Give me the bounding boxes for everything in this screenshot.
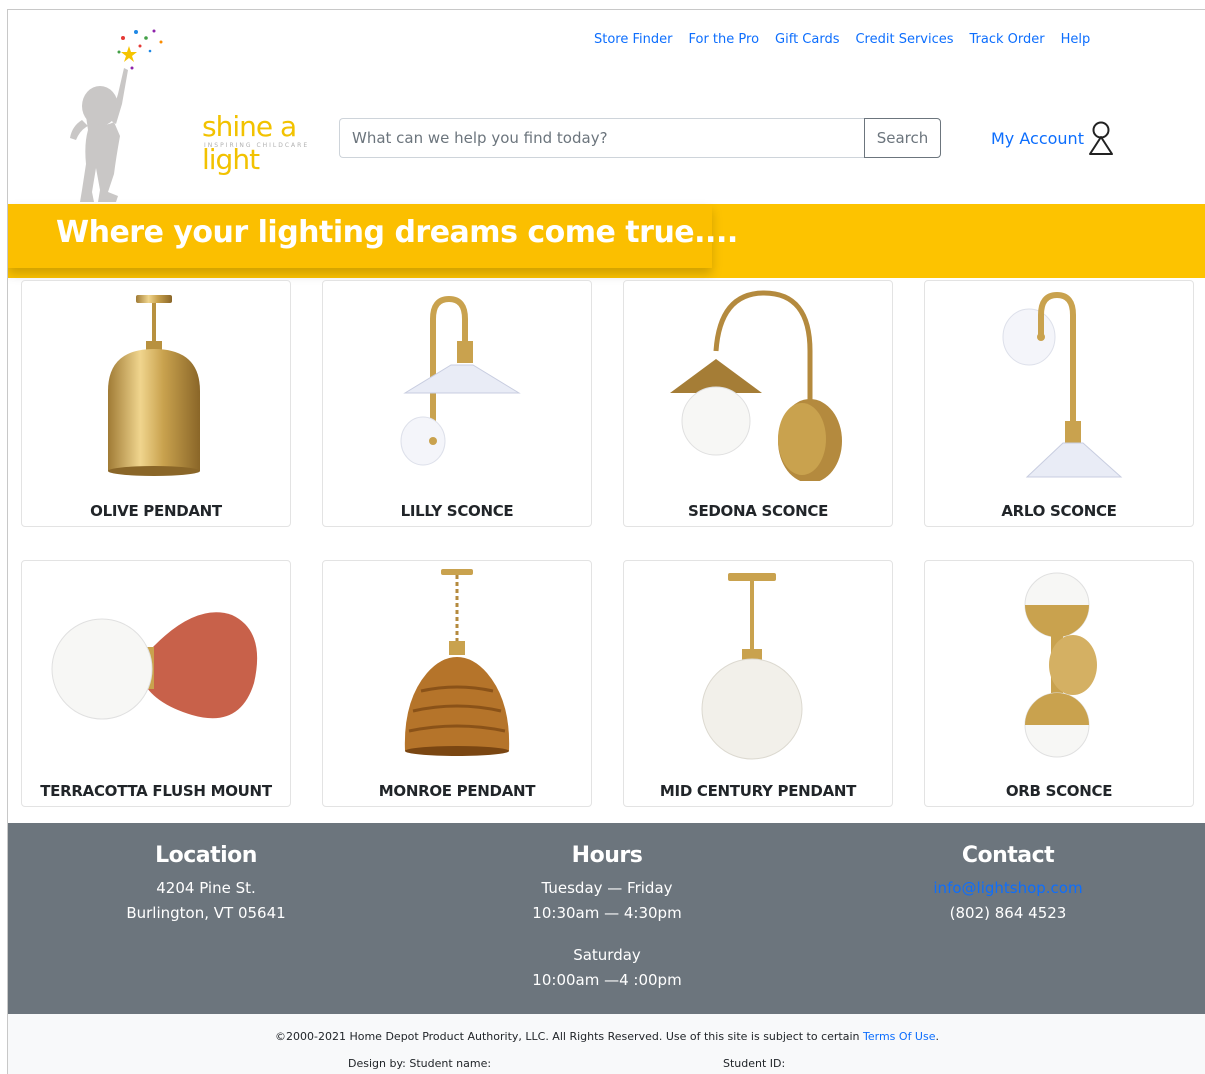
track-order-link[interactable]: Track Order [970, 32, 1045, 47]
mid-century-pendant-image [701, 573, 803, 760]
contact-heading: Contact [961, 843, 1055, 868]
hours-time-weekday: 10:30am — 4:30pm [532, 904, 682, 922]
contact-section: Contact info@lightshop.com (802) 864 452… [808, 843, 1205, 926]
for-the-pro-link[interactable]: For the Pro [688, 32, 759, 47]
monroe-pendant-image [404, 569, 510, 756]
hours-section: Hours Tuesday — Friday 10:30am — 4:30pm … [407, 843, 807, 993]
my-account-link[interactable]: My Account [991, 120, 1114, 156]
hours-days-saturday: Saturday [573, 946, 641, 964]
page-frame: shine a light INSPIRING CHILDCARE Store … [7, 9, 1205, 1074]
student-id-text: Student ID: [723, 1057, 786, 1070]
banner-text: Where your lighting dreams come true.... [56, 215, 738, 250]
product-name: TERRACOTTA FLUSH MOUNT [40, 782, 272, 800]
hours-heading: Hours [571, 843, 643, 868]
location-heading: Location [155, 843, 257, 868]
product-card[interactable]: SEDONA SCONCE [623, 280, 893, 527]
contact-email-link[interactable]: info@lightshop.com [933, 879, 1082, 897]
product-name: LILLY SCONCE [400, 502, 514, 520]
top-nav: Store Finder For the Pro Gift Cards Cred… [594, 32, 1090, 47]
product-name: ARLO SCONCE [1001, 502, 1117, 520]
product-name: MONROE PENDANT [378, 782, 536, 800]
orb-sconce-image [1024, 572, 1097, 758]
product-card[interactable]: MID CENTURY PENDANT [623, 560, 893, 807]
search-button[interactable]: Search [864, 118, 941, 158]
address-line-2: Burlington, VT 05641 [126, 904, 286, 922]
arlo-sconce-image [1002, 291, 1123, 478]
copyright-line: ©2000-2021 Home Depot Product Authority,… [8, 1030, 1205, 1043]
search-input[interactable] [339, 118, 864, 158]
hero-banner: Where your lighting dreams come true.... [8, 204, 1205, 278]
site-footer: Location 4204 Pine St. Burlington, VT 05… [8, 823, 1205, 1014]
credit-services-link[interactable]: Credit Services [855, 32, 953, 47]
terms-suffix: . [935, 1030, 939, 1043]
gift-cards-link[interactable]: Gift Cards [775, 32, 839, 47]
contact-phone: (802) 864 4523 [949, 904, 1067, 922]
product-card[interactable]: ARLO SCONCE [924, 280, 1194, 527]
sedona-sconce-image [670, 290, 842, 481]
user-icon [1088, 121, 1113, 155]
design-by-text: Design by: Student name: [348, 1057, 492, 1070]
location-section: Location 4204 Pine St. Burlington, VT 05… [8, 843, 406, 926]
product-grid: OLIVE PENDANT LILLY SCONCE SEDONA SCONCE [21, 280, 1194, 807]
product-card[interactable]: OLIVE PENDANT [21, 280, 291, 527]
product-name: OLIVE PENDANT [90, 502, 222, 520]
brand-tagline: INSPIRING CHILDCARE [204, 142, 310, 149]
product-card[interactable]: ORB SCONCE [924, 560, 1194, 807]
terracotta-flush-mount-image [51, 612, 258, 720]
product-name: ORB SCONCE [1005, 782, 1113, 800]
terms-of-use-link[interactable]: Terms Of Use [863, 1030, 935, 1043]
address-line-1: 4204 Pine St. [156, 879, 256, 897]
banner-panel: Where your lighting dreams come true.... [8, 204, 738, 268]
product-card[interactable]: TERRACOTTA FLUSH MOUNT [21, 560, 291, 807]
brand-logo[interactable]: shine a light INSPIRING CHILDCARE [66, 24, 316, 204]
product-card[interactable]: MONROE PENDANT [322, 560, 592, 807]
product-name: SEDONA SCONCE [687, 502, 829, 520]
lilly-sconce-image [400, 295, 521, 466]
olive-pendant-image [108, 295, 200, 476]
search-bar: Search [339, 118, 941, 158]
hours-time-saturday: 10:00am —4 :00pm [532, 971, 682, 989]
store-finder-link[interactable]: Store Finder [594, 32, 672, 47]
my-account-label: My Account [991, 128, 1084, 148]
product-name: MID CENTURY PENDANT [659, 782, 857, 800]
hours-days-weekday: Tuesday — Friday [541, 879, 673, 897]
help-link[interactable]: Help [1061, 32, 1091, 47]
product-card[interactable]: LILLY SCONCE [322, 280, 592, 527]
sub-footer: ©2000-2021 Home Depot Product Authority,… [8, 1014, 1205, 1074]
copyright-text: ©2000-2021 Home Depot Product Authority,… [275, 1030, 860, 1043]
